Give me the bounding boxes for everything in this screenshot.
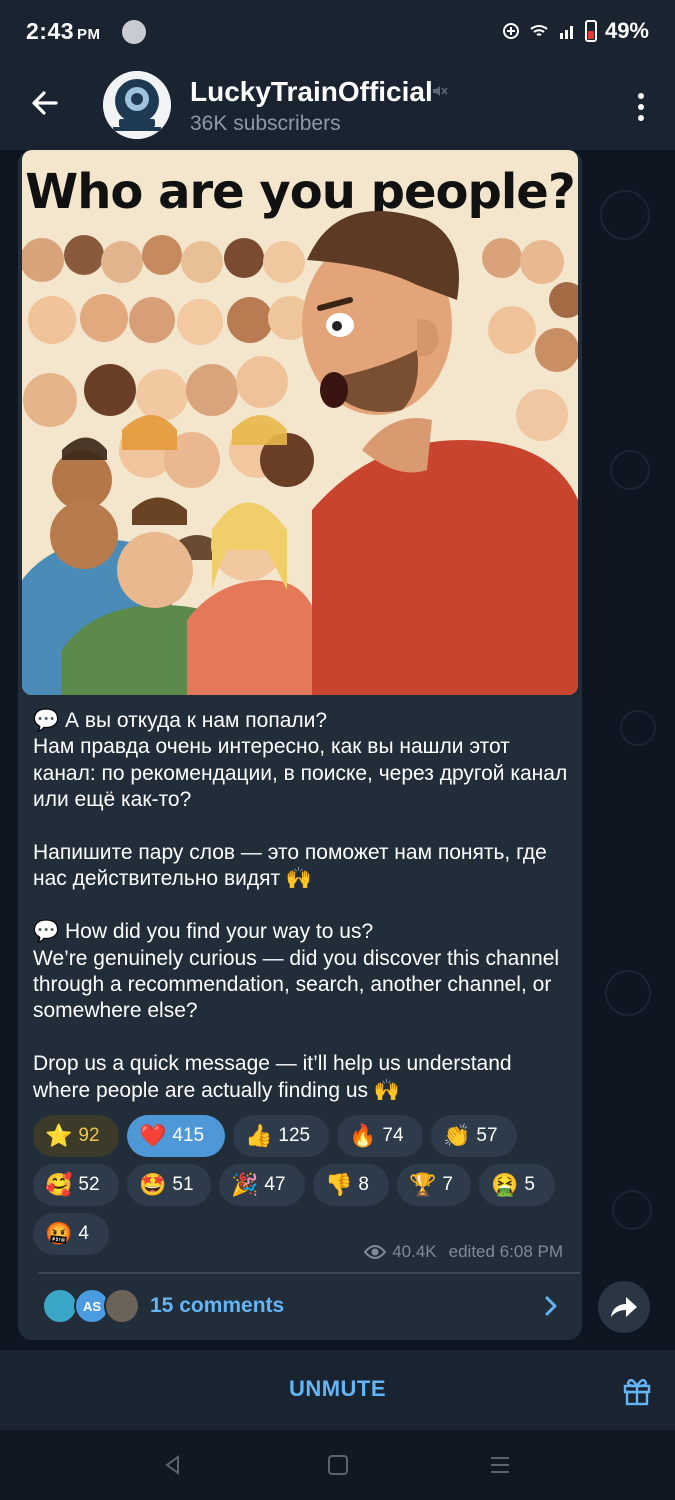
eye-icon bbox=[364, 1245, 387, 1259]
status-bar: 2:43 PM 49% bbox=[0, 0, 675, 62]
subscriber-count: 36K subscribers bbox=[190, 112, 341, 135]
reaction-party[interactable]: 🎉 47 bbox=[219, 1164, 305, 1206]
vomiting-face-icon: 🤮 bbox=[491, 1172, 519, 1197]
cursing-face-icon: 🤬 bbox=[45, 1221, 73, 1246]
reaction-star-struck[interactable]: 🤩 51 bbox=[127, 1164, 211, 1206]
back-arrow-icon[interactable] bbox=[30, 88, 60, 118]
muted-icon bbox=[433, 86, 448, 96]
nav-home-icon[interactable] bbox=[327, 1454, 349, 1476]
view-count: 40.4K bbox=[392, 1242, 437, 1261]
comments-divider bbox=[38, 1272, 580, 1274]
wifi-icon bbox=[530, 25, 548, 36]
party-popper-icon: 🎉 bbox=[231, 1172, 259, 1197]
reaction-heart[interactable]: ❤️ 415 bbox=[127, 1115, 225, 1157]
battery-percent: 49% bbox=[604, 18, 649, 43]
commenter-avatar bbox=[42, 1288, 78, 1324]
channel-avatar[interactable] bbox=[103, 71, 171, 139]
heart-icon: ❤️ bbox=[139, 1123, 167, 1148]
message-text: 💬 А вы откуда к нам попали? Нам правда о… bbox=[33, 709, 568, 1102]
reaction-clap[interactable]: 👏 57 bbox=[431, 1115, 517, 1157]
system-nav-bar bbox=[0, 1430, 675, 1500]
reaction-cursing[interactable]: 🤬 4 bbox=[33, 1213, 109, 1255]
thumbs-up-icon: 👍 bbox=[245, 1123, 273, 1148]
post-image[interactable]: Who are you people? bbox=[22, 150, 578, 695]
more-options-icon[interactable] bbox=[637, 92, 645, 122]
battery-icon bbox=[584, 20, 597, 42]
unmute-button[interactable]: UNMUTE bbox=[0, 1376, 675, 1402]
channel-title: LuckyTrainOfficial bbox=[190, 76, 433, 107]
nav-recents-icon[interactable] bbox=[489, 1454, 511, 1476]
signal-icon bbox=[559, 26, 573, 39]
message-meta: 40.4K edited 6:08 PM bbox=[364, 1242, 563, 1262]
train-logo-icon bbox=[103, 71, 171, 139]
smiling-hearts-icon: 🥰 bbox=[45, 1172, 73, 1197]
gift-icon[interactable] bbox=[621, 1374, 653, 1406]
status-time: 2:43 PM bbox=[26, 18, 101, 44]
clap-icon: 👏 bbox=[443, 1123, 471, 1148]
reaction-vomit[interactable]: 🤮 5 bbox=[479, 1164, 555, 1206]
nav-back-icon[interactable] bbox=[162, 1454, 184, 1476]
fire-icon: 🔥 bbox=[349, 1123, 377, 1148]
trophy-icon: 🏆 bbox=[409, 1172, 437, 1197]
chat-header: LuckyTrainOfficial 36K subscribers bbox=[0, 62, 675, 150]
thumbs-down-icon: 👎 bbox=[325, 1172, 353, 1197]
data-saver-icon bbox=[502, 23, 519, 39]
reaction-smiling-hearts[interactable]: 🥰 52 bbox=[33, 1164, 119, 1206]
reaction-star[interactable]: ⭐ 92 bbox=[33, 1115, 119, 1157]
comments-button[interactable]: AS 15 comments bbox=[38, 1282, 578, 1330]
status-icons: 49% bbox=[501, 18, 649, 44]
reaction-fire[interactable]: 🔥 74 bbox=[337, 1115, 423, 1157]
edited-time: edited 6:08 PM bbox=[448, 1242, 563, 1261]
bottom-bar: UNMUTE bbox=[0, 1350, 675, 1430]
notification-icon bbox=[122, 20, 146, 44]
commenter-avatar bbox=[104, 1288, 140, 1324]
reaction-thumbs-down[interactable]: 👎 8 bbox=[313, 1164, 389, 1206]
share-button[interactable] bbox=[598, 1281, 650, 1333]
comments-count: 15 comments bbox=[150, 1294, 285, 1317]
reaction-thumbs-up[interactable]: 👍 125 bbox=[233, 1115, 329, 1157]
star-struck-icon: 🤩 bbox=[139, 1172, 167, 1197]
crowd-illustration bbox=[22, 211, 578, 695]
chevron-right-icon bbox=[545, 1296, 557, 1316]
star-icon: ⭐ bbox=[45, 1123, 73, 1148]
reaction-trophy[interactable]: 🏆 7 bbox=[397, 1164, 471, 1206]
share-arrow-icon bbox=[611, 1297, 637, 1317]
